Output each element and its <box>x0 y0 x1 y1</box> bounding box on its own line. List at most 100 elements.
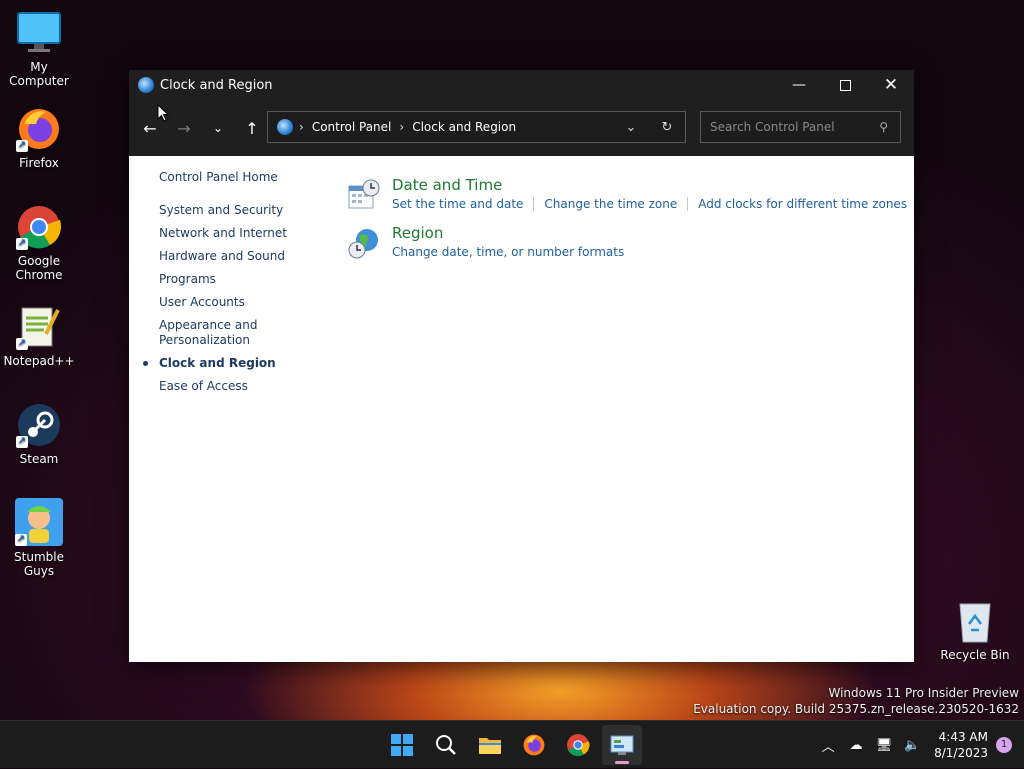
windows-watermark: Windows 11 Pro Insider Preview Evaluatio… <box>693 685 1019 717</box>
search-input[interactable] <box>708 119 872 135</box>
category-title[interactable]: Date and Time <box>392 176 907 194</box>
category-links: Set the time and date Change the time zo… <box>392 197 907 211</box>
firefox-icon <box>523 734 545 756</box>
system-tray: ︿ ☁ 🖥 🔈 4:43 AM 8/1/2023 1 <box>814 721 1024 769</box>
link-add-clocks[interactable]: Add clocks for different time zones <box>698 197 907 211</box>
desktop-icon-label: Notepad++ <box>3 354 75 368</box>
shortcut-arrow-icon: ↗ <box>16 436 28 448</box>
watermark-build: Evaluation copy. Build 25375.zn_release.… <box>693 702 1019 716</box>
shortcut-arrow-icon: ↗ <box>15 534 27 546</box>
link-divider <box>533 197 535 211</box>
taskbar-apps <box>380 721 644 769</box>
control-panel-icon <box>138 77 154 93</box>
desktop-icon-label: Google Chrome <box>15 254 63 282</box>
address-dropdown-icon[interactable]: ⌄ <box>613 120 649 135</box>
watermark-edition: Windows 11 Pro Insider Preview <box>828 686 1019 700</box>
link-divider <box>687 197 689 211</box>
sidebar-item-ease-of-access[interactable]: Ease of Access <box>159 379 329 394</box>
calendar-clock-icon <box>347 178 381 212</box>
steam-icon: ↗ <box>16 402 62 448</box>
desktop-icon-google-chrome[interactable]: ↗ Google Chrome <box>1 204 77 282</box>
category-region: Region Change date, time, or number form… <box>347 224 907 260</box>
firefox-taskbar-button[interactable] <box>514 725 554 765</box>
maximize-icon <box>839 79 851 91</box>
desktop-icon-notepad-plus-plus[interactable]: ↗ Notepad++ <box>1 304 77 368</box>
arrow-left-icon: ← <box>143 118 157 138</box>
clock-time: 4:43 AM <box>938 730 988 744</box>
link-set-time-and-date[interactable]: Set the time and date <box>392 197 523 211</box>
arrow-right-icon: → <box>177 118 191 138</box>
desktop-icon-label: Steam <box>19 452 59 466</box>
chrome-taskbar-button[interactable] <box>558 725 598 765</box>
cloud-offline-icon[interactable]: ☁ <box>842 738 870 753</box>
link-change-formats[interactable]: Change date, time, or number formats <box>392 245 624 259</box>
desktop-icon-stumble-guys[interactable]: ↗ Stumble Guys <box>1 498 77 578</box>
desktop-icon-label: Firefox <box>19 156 59 170</box>
volume-icon[interactable]: 🔈 <box>898 738 926 753</box>
control-panel-icon <box>277 119 293 135</box>
control-panel-taskbar-button[interactable] <box>602 725 642 765</box>
link-change-time-zone[interactable]: Change the time zone <box>544 197 677 211</box>
desktop-icon-label: Stumble Guys <box>14 550 64 578</box>
clock-date: 8/1/2023 <box>934 746 988 760</box>
forward-button[interactable]: → <box>167 111 201 145</box>
chrome-icon: ↗ <box>16 204 62 250</box>
address-bar[interactable]: › Control Panel › Clock and Region ⌄ ↻ <box>267 111 686 143</box>
stumble-guys-icon: ↗ <box>15 498 63 546</box>
clock[interactable]: 4:43 AM 8/1/2023 <box>934 729 988 761</box>
breadcrumb-control-panel[interactable]: Control Panel <box>312 120 392 134</box>
chrome-icon <box>567 734 590 757</box>
sidebar-item-appearance-and-personalization[interactable]: Appearance and Personalization <box>159 318 269 348</box>
desktop-icon-label: My Computer <box>9 60 69 88</box>
window-title: Clock and Region <box>160 77 273 93</box>
notification-badge[interactable]: 1 <box>996 737 1012 753</box>
start-button[interactable] <box>382 725 422 765</box>
search-icon <box>436 735 456 755</box>
maximize-button[interactable] <box>822 70 868 100</box>
recycle-bin-icon <box>952 598 998 644</box>
search-button[interactable] <box>426 725 466 765</box>
monitor-icon <box>16 10 62 56</box>
sidebar: Control Panel Home System and Security N… <box>143 170 329 402</box>
category-title[interactable]: Region <box>392 224 907 242</box>
up-button[interactable]: ↑ <box>235 111 269 145</box>
chevron-down-icon: ⌄ <box>212 121 224 135</box>
network-icon[interactable]: 🖥 <box>870 738 898 753</box>
recent-locations-button[interactable]: ⌄ <box>201 111 235 145</box>
sidebar-item-programs[interactable]: Programs <box>159 272 329 287</box>
title-bar[interactable]: Clock and Region — ✕ <box>129 70 914 100</box>
refresh-icon[interactable]: ↻ <box>649 120 685 135</box>
search-box[interactable]: ⚲ <box>700 111 901 143</box>
category-list: Date and Time Set the time and date Chan… <box>347 176 907 272</box>
sidebar-item-user-accounts[interactable]: User Accounts <box>159 295 329 310</box>
sidebar-item-hardware-and-sound[interactable]: Hardware and Sound <box>159 249 329 264</box>
chevron-right-icon: › <box>399 120 405 134</box>
desktop-icon-recycle-bin[interactable]: Recycle Bin <box>937 598 1013 662</box>
category-date-and-time: Date and Time Set the time and date Chan… <box>347 176 907 212</box>
window-controls: — ✕ <box>776 70 914 100</box>
file-explorer-button[interactable] <box>470 725 510 765</box>
desktop-icon-my-computer[interactable]: My Computer <box>1 10 77 88</box>
sidebar-item-control-panel-home[interactable]: Control Panel Home <box>159 170 329 185</box>
close-icon: ✕ <box>883 75 899 95</box>
desktop-icon-steam[interactable]: ↗ Steam <box>1 402 77 466</box>
folder-icon <box>479 738 501 754</box>
content-area: Control Panel Home System and Security N… <box>129 156 914 662</box>
shortcut-arrow-icon: ↗ <box>16 338 28 350</box>
minimize-icon: — <box>792 77 806 93</box>
desktop-icon-label: Recycle Bin <box>940 648 1010 662</box>
minimize-button[interactable]: — <box>776 70 822 100</box>
search-icon[interactable]: ⚲ <box>879 120 888 134</box>
category-links: Change date, time, or number formats <box>392 245 907 259</box>
shortcut-arrow-icon: ↗ <box>16 140 28 152</box>
close-button[interactable]: ✕ <box>868 70 914 100</box>
sidebar-item-network-and-internet[interactable]: Network and Internet <box>159 226 329 241</box>
control-panel-window: Clock and Region — ✕ ← → ⌄ ↑ › Control P… <box>129 70 914 662</box>
show-hidden-icons-chevron-up-icon[interactable]: ︿ <box>814 736 842 755</box>
breadcrumb-clock-and-region[interactable]: Clock and Region <box>412 120 516 134</box>
desktop-icon-firefox[interactable]: ↗ Firefox <box>1 106 77 170</box>
sidebar-item-clock-and-region[interactable]: Clock and Region <box>143 356 329 371</box>
globe-clock-icon <box>347 226 381 260</box>
navigation-bar: ← → ⌄ ↑ › Control Panel › Clock and Regi… <box>129 100 914 156</box>
sidebar-item-system-and-security[interactable]: System and Security <box>159 203 329 218</box>
